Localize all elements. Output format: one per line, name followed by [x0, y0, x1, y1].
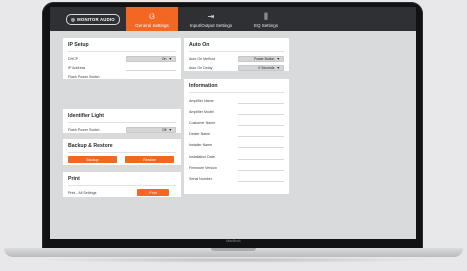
ip-address-row: IP Address: [68, 63, 176, 72]
print-panel: Print Print - All Settings Print: [63, 172, 181, 197]
print-row: Print - All Settings Print: [68, 188, 176, 197]
firmware-version-field[interactable]: [238, 165, 284, 171]
panel-title: Information: [189, 81, 284, 93]
logo-text: MONITOR AUDIO: [77, 17, 115, 22]
auto-on-delay-select[interactable]: 0 Seconds ▼: [238, 64, 284, 71]
chevron-down-icon: ▼: [276, 56, 280, 61]
tab-general-settings[interactable]: ଓ General Settings: [126, 7, 178, 31]
info-label: Installation Date: [189, 154, 215, 159]
info-row: Firmware Version: [189, 162, 284, 173]
print-label: Print - All Settings: [68, 190, 97, 195]
panel-title: Auto On: [189, 40, 284, 52]
info-row: Installer Name: [189, 140, 284, 151]
identifier-light-panel: Identifier Light Flash Power Switch Off …: [63, 109, 181, 133]
info-row: Customer Name: [189, 117, 284, 128]
chevron-down-icon: ▼: [168, 56, 172, 61]
flash-power-label: Flash Power Switch: [68, 74, 100, 79]
tab-label: EQ Settings: [253, 23, 278, 28]
info-label: Amplifier Name: [189, 98, 214, 103]
tab-input-output-settings[interactable]: ⇥ Input/Output Settings: [181, 7, 241, 31]
auto-on-method-row: Auto On Method Power Button ▼: [189, 54, 284, 63]
backup-restore-buttons: Backup Restore: [68, 156, 176, 163]
info-label: Serial Number: [189, 176, 212, 181]
installer-name-field[interactable]: [238, 142, 284, 149]
identifier-flash-row: Flash Power Switch Off ▼: [68, 125, 176, 134]
settings-icon: ଓ: [149, 12, 155, 21]
dhcp-row: DHCP On ▼: [68, 54, 176, 63]
dealer-name-field[interactable]: [238, 131, 284, 138]
flash-power-row: Flash Power Switch: [68, 72, 176, 81]
info-row: Amplifier Name: [189, 95, 284, 106]
customer-name-field[interactable]: [238, 120, 284, 126]
identifier-flash-label: Flash Power Switch: [68, 127, 100, 132]
panel-title: Print: [68, 174, 176, 186]
laptop-shadow: [30, 257, 437, 263]
info-label: Firmware Version: [189, 165, 217, 170]
info-label: Amplifier Model: [189, 109, 214, 114]
tab-eq-settings[interactable]: ⫼ EQ Settings: [243, 7, 289, 31]
equalizer-icon: ⫼: [264, 12, 268, 21]
auto-on-delay-value: 0 Seconds: [258, 65, 275, 70]
info-row: Installation Date: [189, 151, 284, 162]
print-button[interactable]: Print: [137, 189, 169, 196]
serial-number-field[interactable]: [238, 176, 284, 182]
identifier-flash-select[interactable]: Off ▼: [126, 126, 176, 133]
dhcp-label: DHCP: [68, 56, 79, 61]
amplifier-name-field[interactable]: [238, 98, 284, 104]
auto-on-panel: Auto On Auto On Method Power Button ▼ Au…: [184, 38, 289, 71]
auto-on-method-value: Power Button: [254, 56, 275, 61]
brand-logo: ◎ MONITOR AUDIO: [66, 14, 120, 25]
input-output-icon: ⇥: [207, 12, 215, 21]
auto-on-delay-row: Auto On Delay 0 Seconds ▼: [189, 63, 284, 72]
information-panel: Information Amplifier Name Amplifier Mod…: [184, 79, 289, 194]
installation-date-field[interactable]: [238, 154, 284, 160]
auto-on-method-select[interactable]: Power Button ▼: [238, 55, 284, 62]
app-header: ◎ MONITOR AUDIO ଓ General Settings ⇥ Inp…: [50, 7, 416, 31]
backup-restore-panel: Backup & Restore Backup Restore: [63, 139, 181, 165]
laptop-brand-label: MacBook: [226, 239, 241, 243]
ip-address-field[interactable]: [126, 65, 176, 71]
logo-mark-icon: ◎: [71, 16, 76, 22]
dhcp-select[interactable]: On ▼: [126, 55, 176, 62]
dhcp-value: On: [161, 56, 167, 61]
app-screen: ◎ MONITOR AUDIO ଓ General Settings ⇥ Inp…: [50, 7, 416, 239]
info-label: Customer Name: [189, 120, 216, 125]
amplifier-model-field[interactable]: [238, 109, 284, 115]
identifier-flash-value: Off: [161, 127, 167, 132]
chevron-down-icon: ▼: [276, 65, 280, 70]
ip-address-label: IP Address: [68, 65, 86, 70]
panel-title: Backup & Restore: [68, 141, 176, 153]
backup-button[interactable]: Backup: [68, 156, 117, 163]
restore-button[interactable]: Restore: [125, 156, 174, 163]
ip-setup-panel: IP Setup DHCP On ▼ IP Address Flash Powe…: [63, 38, 181, 81]
panel-title: Identifier Light: [68, 111, 176, 123]
flash-power-field[interactable]: [126, 74, 176, 80]
laptop-notch: [211, 248, 256, 251]
panel-title: IP Setup: [68, 40, 176, 52]
auto-on-method-label: Auto On Method: [189, 56, 216, 61]
info-label: Installer Name: [189, 143, 213, 148]
info-row: Amplifier Model: [189, 106, 284, 117]
info-label: Dealer Name: [189, 132, 211, 137]
info-row: Serial Number: [189, 173, 284, 184]
auto-on-delay-label: Auto On Delay: [189, 65, 213, 70]
tab-label: General Settings: [135, 23, 169, 28]
tab-label: Input/Output Settings: [189, 23, 233, 28]
chevron-down-icon: ▼: [168, 127, 172, 132]
info-row: Dealer Name: [189, 129, 284, 140]
